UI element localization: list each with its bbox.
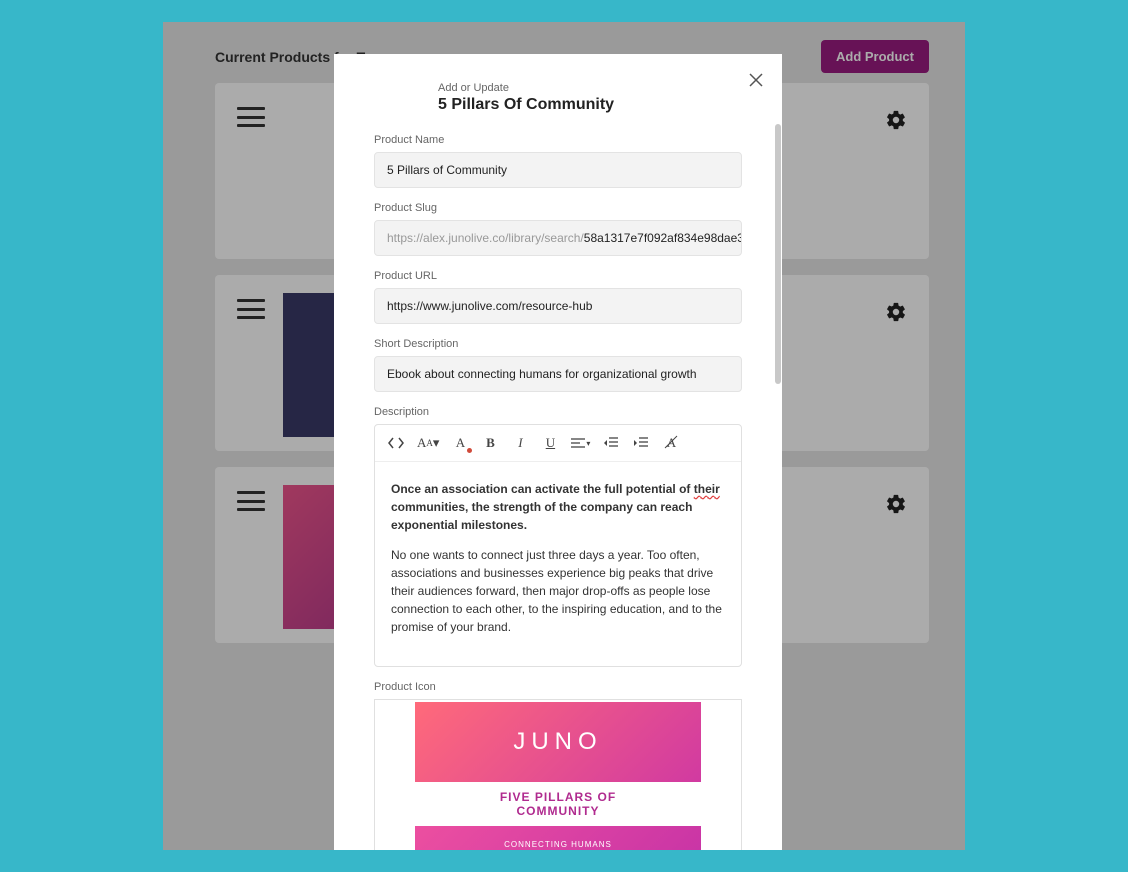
product-url-input[interactable]: [374, 288, 742, 324]
product-name-input[interactable]: [374, 152, 742, 188]
slug-prefix: https://alex.junolive.co/library/search/: [387, 231, 584, 245]
rich-text-editor: AA▾ A B I U ▾ A Once an association can …: [374, 424, 742, 667]
align-icon[interactable]: ▾: [571, 433, 590, 453]
close-icon[interactable]: [744, 68, 768, 92]
product-slug-label: Product Slug: [374, 202, 742, 214]
font-color-icon[interactable]: A: [451, 433, 469, 453]
code-view-icon[interactable]: [387, 433, 405, 453]
product-icon-preview[interactable]: JUNO FIVE PILLARS OF COMMUNITY CONNECTIN…: [374, 699, 742, 850]
short-description-label: Short Description: [374, 338, 742, 350]
product-modal: Add or Update 5 Pillars Of Community Pro…: [334, 54, 782, 850]
icon-tagline: CONNECTING HUMANS FOR ORGANIZATIONAL GRO…: [415, 826, 701, 850]
editor-bold-text: communities, the strength of the company…: [391, 500, 692, 532]
icon-headline: FIVE PILLARS OF COMMUNITY: [415, 782, 701, 826]
editor-content[interactable]: Once an association can activate the ful…: [375, 462, 741, 666]
modal-pretitle: Add or Update: [438, 82, 742, 94]
italic-icon[interactable]: I: [511, 433, 529, 453]
indent-icon[interactable]: [632, 433, 650, 453]
bold-icon[interactable]: B: [481, 433, 499, 453]
editor-bold-text: Once an association can activate the ful…: [391, 482, 694, 496]
description-label: Description: [374, 406, 742, 418]
product-url-label: Product URL: [374, 270, 742, 282]
scrollbar[interactable]: [774, 124, 782, 664]
editor-toolbar: AA▾ A B I U ▾ A: [375, 425, 741, 462]
spellcheck-word: their: [694, 482, 720, 496]
product-slug-input[interactable]: https://alex.junolive.co/library/search/…: [374, 220, 742, 256]
outdent-icon[interactable]: [602, 433, 620, 453]
product-icon-label: Product Icon: [374, 681, 742, 693]
underline-icon[interactable]: U: [541, 433, 559, 453]
modal-title: 5 Pillars Of Community: [438, 96, 742, 114]
font-size-icon[interactable]: AA▾: [417, 433, 439, 453]
short-description-input[interactable]: [374, 356, 742, 392]
icon-brand: JUNO: [415, 702, 701, 782]
product-name-label: Product Name: [374, 134, 742, 146]
clear-format-icon[interactable]: A: [662, 433, 680, 453]
slug-value: 58a1317e7f092af834e98dae3a7e: [584, 231, 742, 245]
editor-paragraph: No one wants to connect just three days …: [391, 546, 725, 636]
scrollbar-thumb[interactable]: [775, 124, 781, 384]
